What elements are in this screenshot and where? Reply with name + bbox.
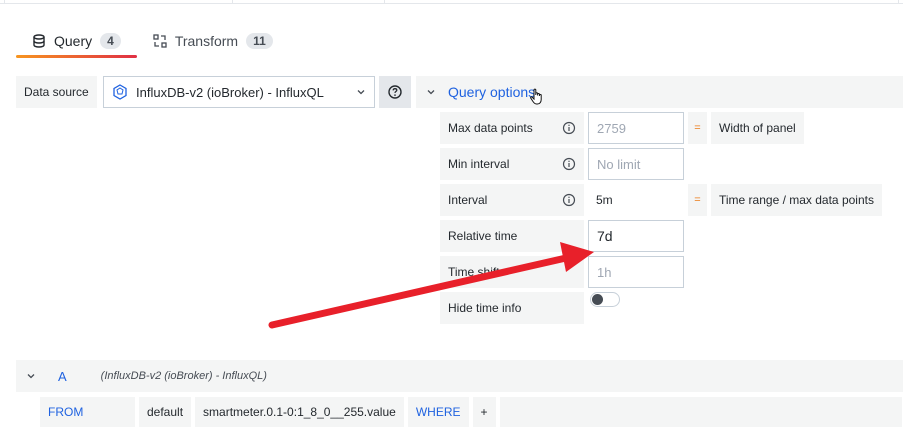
data-source-label: Data source xyxy=(16,76,97,108)
divider-tick xyxy=(4,0,5,4)
info-icon[interactable] xyxy=(562,193,576,207)
interval-label: Interval xyxy=(440,184,584,216)
query-datasource-name: (InfluxDB-v2 (ioBroker) - InfluxQL) xyxy=(100,370,267,382)
interval-description: Time range / max data points xyxy=(711,184,882,216)
time-shift-label-text: Time shift xyxy=(448,265,500,279)
editor-tabs: Query 4 Transform 11 xyxy=(16,26,289,58)
info-icon[interactable] xyxy=(562,121,576,135)
tab-query-label: Query xyxy=(54,33,93,49)
max-data-points-description: Width of panel xyxy=(711,112,804,144)
tab-query[interactable]: Query 4 xyxy=(16,26,137,58)
chevron-down-icon xyxy=(27,374,35,379)
time-shift-input[interactable]: 1h xyxy=(588,256,684,288)
relative-time-input[interactable]: 7d xyxy=(588,220,684,252)
min-interval-label: Min interval xyxy=(440,148,584,180)
relative-time-label: Relative time xyxy=(440,220,584,252)
transform-count-badge: 11 xyxy=(246,33,273,49)
measurement-segment[interactable]: smartmeter.0.1-0:1_8_0__255.value xyxy=(195,397,404,427)
hide-time-info-label-text: Hide time info xyxy=(448,301,522,315)
chevron-down-icon xyxy=(357,90,365,95)
query-count-badge: 4 xyxy=(100,33,121,49)
query-options-title: Query options xyxy=(448,84,536,100)
max-data-points-equals: = xyxy=(688,112,707,144)
query-editor-screen: Query 4 Transform 11 Data source InfluxD… xyxy=(0,0,903,431)
data-source-help-button[interactable] xyxy=(379,76,411,108)
influxdb-icon xyxy=(113,84,127,100)
min-interval-input[interactable]: No limit xyxy=(588,148,684,180)
time-shift-label: Time shift xyxy=(440,256,584,288)
toggle-knob xyxy=(592,294,603,305)
interval-equals: = xyxy=(688,184,707,216)
interval-label-text: Interval xyxy=(448,193,488,207)
chevron-down-icon xyxy=(427,90,435,95)
relative-time-label-text: Relative time xyxy=(448,229,518,243)
info-icon[interactable] xyxy=(562,157,576,171)
hide-time-info-toggle[interactable] xyxy=(590,292,620,307)
tab-transform-label: Transform xyxy=(174,33,239,49)
retention-policy-segment[interactable]: default xyxy=(139,397,192,427)
min-interval-label-text: Min interval xyxy=(448,157,510,171)
hand-cursor-icon xyxy=(530,88,542,105)
divider-tick xyxy=(898,0,899,4)
data-source-row: Data source InfluxDB-v2 (ioBroker) - Inf… xyxy=(16,76,411,108)
add-condition-button[interactable]: + xyxy=(472,397,496,427)
where-keyword: WHERE xyxy=(407,397,469,427)
influxql-query-builder: FROM default smartmeter.0.1-0:1_8_0__255… xyxy=(40,397,902,427)
max-data-points-label-text: Max data points xyxy=(448,121,533,135)
query-a-header[interactable]: A (InfluxDB-v2 (ioBroker) - InfluxQL) xyxy=(16,360,903,392)
divider-tick xyxy=(232,0,233,4)
data-source-name: InfluxDB-v2 (ioBroker) - InfluxQL xyxy=(136,84,324,100)
query-options-header[interactable]: Query options xyxy=(416,76,903,108)
query-row-filler xyxy=(499,397,902,427)
transform-icon xyxy=(153,34,167,48)
question-circle-icon xyxy=(388,85,402,99)
from-keyword: FROM xyxy=(40,397,135,427)
tab-transform[interactable]: Transform 11 xyxy=(137,26,289,56)
query-ref-id[interactable]: A xyxy=(58,369,67,384)
data-source-picker[interactable]: InfluxDB-v2 (ioBroker) - InfluxQL xyxy=(103,76,375,108)
database-icon xyxy=(33,34,45,48)
top-divider xyxy=(0,0,903,4)
max-data-points-input[interactable]: 2759 xyxy=(588,112,684,144)
divider-tick xyxy=(384,0,385,4)
max-data-points-label: Max data points xyxy=(440,112,584,144)
interval-value: 5m xyxy=(596,193,613,207)
hide-time-info-label: Hide time info xyxy=(440,292,584,324)
